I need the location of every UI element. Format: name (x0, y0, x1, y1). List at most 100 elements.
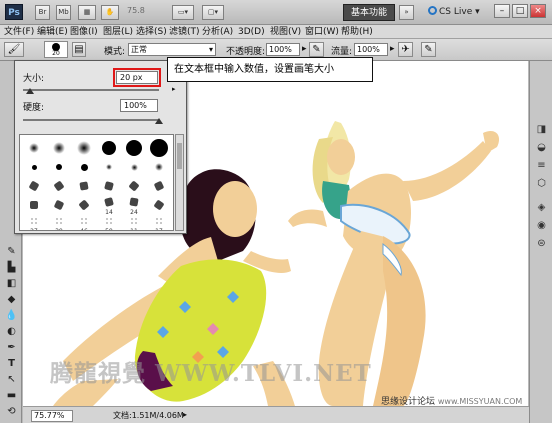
view-extras-button[interactable]: ▦ (78, 5, 96, 20)
brush-presets-grid[interactable]: 1424 273946591117 (19, 134, 174, 231)
eraser-tool[interactable]: ◧ (4, 277, 19, 291)
flow-dropdown-arrow[interactable]: ▸ (390, 44, 395, 54)
maximize-button[interactable]: □ (512, 4, 528, 18)
menu-help[interactable]: 帮助(H) (341, 26, 373, 38)
menu-file[interactable]: 文件(F) (4, 26, 34, 38)
airbrush-button[interactable]: ✈ (398, 42, 413, 57)
mode-select[interactable]: 正常 ▾ (128, 43, 216, 56)
type-tool[interactable]: T (4, 357, 19, 371)
paint-bucket-tool[interactable]: ◆ (4, 293, 19, 307)
arrange-documents-button[interactable]: ▭▾ (172, 5, 194, 20)
close-button[interactable]: × (530, 4, 546, 18)
opacity-pressure-button[interactable]: ✎ (309, 42, 324, 57)
brush-preset[interactable] (48, 195, 70, 215)
menu-filter[interactable]: 滤镜(T) (169, 26, 200, 38)
brush-preset[interactable] (98, 138, 120, 158)
menu-window[interactable]: 窗口(W) (305, 26, 339, 38)
cs-live-button[interactable]: CS Live ▾ (428, 6, 480, 17)
brush-preset[interactable]: 27 (23, 214, 45, 230)
brush-preset[interactable]: 39 (48, 214, 70, 230)
brush-preset[interactable] (23, 195, 45, 215)
size-slider-thumb[interactable] (25, 88, 34, 94)
brush-preset[interactable]: 59 (98, 214, 120, 230)
brush-preset[interactable] (23, 176, 45, 196)
blur-tool[interactable]: 💧 (4, 309, 19, 323)
brush-preset[interactable] (73, 138, 95, 158)
path-selection-tool[interactable]: ↖ (4, 373, 19, 387)
3d-rotate-tool[interactable]: ⟲ (4, 405, 19, 419)
dock-actions[interactable]: ◉ (535, 219, 548, 232)
brush-preset[interactable]: 11 (123, 214, 145, 230)
screen-mode-button[interactable]: ▢▾ (202, 5, 224, 20)
zoom-level-readout[interactable]: 75.8 (127, 6, 145, 15)
dock-brush-panel[interactable]: ◨ (535, 123, 548, 136)
brush-preset[interactable] (23, 138, 45, 158)
brush-preset[interactable] (148, 176, 170, 196)
dock-layers[interactable]: ≡ (535, 159, 548, 172)
size-input[interactable]: 20 px (113, 68, 161, 87)
size-pressure-button[interactable]: ✎ (421, 42, 436, 57)
shape-tool[interactable]: ▬ (4, 389, 19, 403)
tool-preset-picker[interactable]: 🖌 (4, 42, 24, 57)
brush-preset[interactable] (148, 195, 170, 215)
clone-stamp-tool[interactable]: ▙ (4, 261, 19, 275)
workspace-switcher[interactable]: 基本功能 (343, 4, 395, 21)
brush-preset[interactable] (123, 138, 145, 158)
panel-menu-button[interactable]: ▸ (172, 85, 176, 93)
scrollbar-thumb[interactable] (177, 143, 182, 169)
opacity-input[interactable]: 100% (266, 43, 300, 56)
brush-preset[interactable] (48, 138, 70, 158)
minimize-button[interactable]: – (494, 4, 510, 18)
brush-preset[interactable] (73, 176, 95, 196)
hardness-input[interactable]: 100% (120, 99, 158, 112)
dock-3d[interactable]: ⬡ (535, 177, 548, 190)
size-slider[interactable] (23, 89, 159, 91)
opacity-dropdown-arrow[interactable]: ▸ (302, 44, 307, 54)
minibridge-button[interactable]: Mb (56, 5, 71, 20)
hand-tool-button[interactable]: ✋ (101, 5, 119, 20)
zoom-input[interactable]: 75.77% (31, 410, 73, 422)
presets-scrollbar[interactable] (175, 134, 184, 231)
credit-site: www.MISSYUAN.COM (437, 397, 523, 406)
flow-input[interactable]: 100% (354, 43, 388, 56)
brush-preset-picker[interactable]: 20 (44, 41, 68, 58)
brush-preset[interactable]: 24 (123, 195, 145, 216)
brush-preset[interactable] (73, 157, 95, 177)
menu-layer[interactable]: 图层(L) (103, 26, 133, 38)
brush-preset[interactable] (148, 157, 170, 177)
brush-preset[interactable] (48, 176, 70, 196)
hardness-slider[interactable] (23, 119, 159, 121)
menu-analysis[interactable]: 分析(A) (202, 26, 233, 38)
brush-preset[interactable] (48, 157, 70, 177)
dock-adjustments[interactable]: ◒ (535, 141, 548, 154)
brush-preset[interactable] (73, 195, 95, 215)
brush-preset[interactable]: 17 (148, 214, 170, 230)
menu-view[interactable]: 视图(V) (270, 26, 301, 38)
brush-tip-icon (54, 216, 64, 226)
pen-tool[interactable]: ✒ (4, 341, 19, 355)
menu-select[interactable]: 选择(S) (136, 26, 167, 38)
screen-mode-icon: ▢▾ (207, 8, 219, 16)
brush-preset[interactable] (148, 138, 170, 158)
dodge-tool[interactable]: ◐ (4, 325, 19, 339)
bridge-button[interactable]: Br (35, 5, 50, 20)
brush-preset[interactable] (98, 157, 120, 177)
status-menu-arrow[interactable]: ▸ (183, 410, 187, 419)
dock-channels[interactable]: ⊜ (535, 237, 548, 250)
brush-preset[interactable] (98, 176, 120, 196)
dock-history[interactable]: ◈ (535, 201, 548, 214)
brush-tool[interactable]: ✎ (4, 245, 19, 259)
toggle-brush-panel-button[interactable]: ▤ (72, 42, 86, 57)
menu-edit[interactable]: 编辑(E) (37, 26, 68, 38)
brush-preset[interactable] (123, 176, 145, 196)
brush-preset[interactable]: 14 (98, 195, 120, 216)
menu-3d[interactable]: 3D(D) (238, 26, 265, 38)
hardness-slider-thumb[interactable] (155, 118, 163, 124)
brush-tip-icon (29, 143, 39, 153)
brush-preset[interactable] (23, 157, 45, 177)
double-chevron-icon: » (404, 8, 409, 16)
menu-image[interactable]: 图像(I) (70, 26, 98, 38)
brush-preset[interactable] (123, 157, 145, 177)
brush-preset[interactable]: 46 (73, 214, 95, 230)
workspace-menu-button[interactable]: » (399, 5, 414, 20)
